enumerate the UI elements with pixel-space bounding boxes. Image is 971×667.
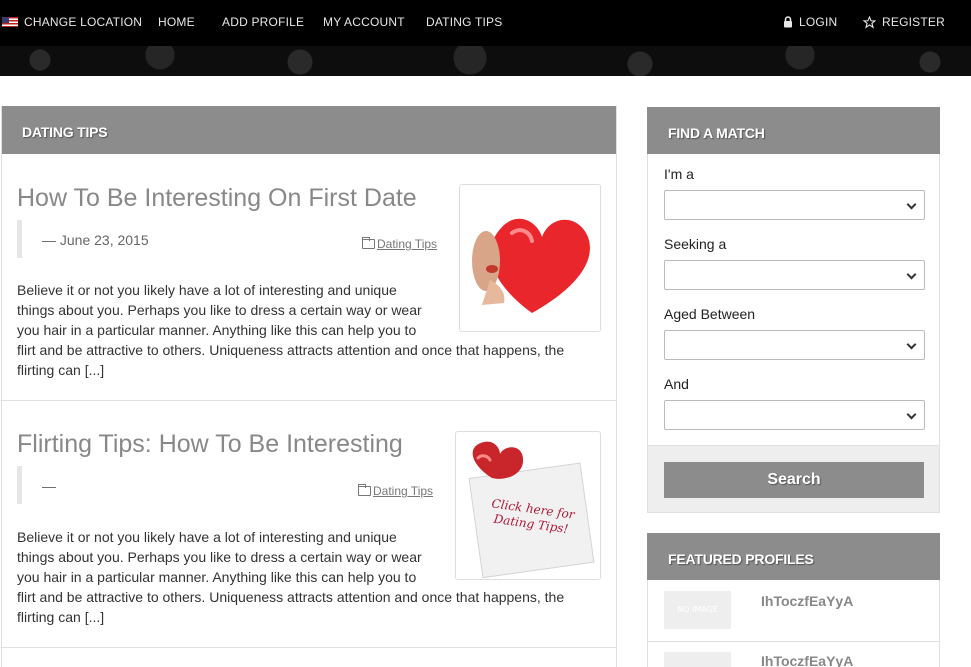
profile-item[interactable]: NO IMAGE IhToczfEaYyA: [647, 642, 940, 667]
change-location-link[interactable]: CHANGE LOCATION: [2, 15, 142, 29]
nav-login-label: LOGIN: [799, 15, 838, 29]
im-a-select[interactable]: [664, 190, 925, 220]
post-title[interactable]: Flirting Tips: How To Be Interesting: [17, 430, 403, 459]
nav-add-profile[interactable]: ADD PROFILE: [222, 15, 304, 29]
profile-no-image: NO IMAGE: [664, 591, 731, 629]
excerpt-line: you hair in a particular manner. Anythin…: [17, 322, 417, 338]
profile-item[interactable]: NO IMAGE IhToczfEaYyA: [647, 580, 940, 642]
post-title[interactable]: How To Be Interesting On First Date: [17, 184, 417, 213]
nav-dating-tips[interactable]: DATING TIPS: [426, 15, 502, 29]
star-icon: [863, 15, 876, 29]
post-item: How To Be Interesting On First Date — Ju…: [2, 154, 616, 401]
folder-icon: [362, 237, 375, 249]
nav-register[interactable]: REGISTER: [863, 15, 945, 29]
nav-dating-tips-label: DATING TIPS: [426, 15, 503, 29]
dating-tips-panel: DATING TIPS How To Be Interesting On Fir…: [1, 106, 617, 667]
lock-icon: [784, 16, 792, 28]
age-max-select[interactable]: [664, 400, 925, 430]
excerpt-line: flirting can [...]: [17, 362, 105, 378]
profile-no-image: NO IMAGE: [664, 652, 731, 667]
profile-name[interactable]: IhToczfEaYyA: [761, 593, 853, 609]
and-label: And: [664, 376, 689, 392]
post-excerpt: Believe it or not you likely have a lot …: [17, 527, 564, 627]
search-footer: Search: [647, 445, 940, 513]
featured-profiles-heading: FEATURED PROFILES: [647, 533, 940, 580]
post-date: —: [42, 478, 56, 494]
post-date: — June 23, 2015: [42, 232, 149, 248]
folder-icon: [358, 484, 371, 496]
age-min-select[interactable]: [664, 330, 925, 360]
seeking-label: Seeking a: [664, 236, 727, 252]
excerpt-line: flirt and be attractive to others. Uniqu…: [17, 589, 565, 605]
nav-home[interactable]: HOME: [158, 15, 195, 29]
excerpt-line: you hair in a particular manner. Anythin…: [17, 569, 417, 585]
nav-login[interactable]: LOGIN: [783, 15, 837, 29]
seeking-select[interactable]: [664, 260, 925, 290]
top-navbar: CHANGE LOCATION HOME ADD PROFILE MY ACCO…: [0, 0, 971, 76]
find-match-form: I'm a Seeking a Aged Between And: [647, 154, 940, 445]
im-a-label: I'm a: [664, 166, 694, 182]
meta-bar: [17, 466, 22, 504]
find-match-heading: FIND A MATCH: [647, 107, 940, 154]
post-category-link[interactable]: Dating Tips: [358, 484, 433, 498]
dating-tips-heading: DATING TIPS: [2, 106, 616, 154]
us-flag-icon: [2, 17, 18, 27]
nav-my-account[interactable]: MY ACCOUNT: [323, 15, 405, 29]
change-location-label: CHANGE LOCATION: [24, 15, 143, 29]
excerpt-line: flirt and be attractive to others. Uniqu…: [17, 342, 565, 358]
excerpt-line: Believe it or not you likely have a lot …: [17, 282, 397, 298]
excerpt-line: things about you. Perhaps you like to dr…: [17, 302, 422, 318]
aged-between-label: Aged Between: [664, 306, 756, 322]
post-excerpt: Believe it or not you likely have a lot …: [17, 280, 564, 380]
post-category-label: Dating Tips: [373, 484, 434, 498]
post-category-label: Dating Tips: [377, 237, 438, 251]
nav-register-label: REGISTER: [882, 15, 945, 29]
excerpt-line: flirting can [...]: [17, 609, 105, 625]
excerpt-line: Believe it or not you likely have a lot …: [17, 529, 397, 545]
find-match-widget: FIND A MATCH I'm a Seeking a Aged Betwee…: [647, 107, 940, 513]
search-button[interactable]: Search: [664, 462, 924, 498]
excerpt-line: things about you. Perhaps you like to dr…: [17, 549, 422, 565]
meta-bar: [17, 220, 22, 258]
featured-profiles-widget: FEATURED PROFILES NO IMAGE IhToczfEaYyA …: [647, 533, 940, 667]
post-item: Flirting Tips: How To Be Interesting — D…: [2, 401, 616, 648]
nav-home-label: HOME: [158, 15, 195, 29]
nav-add-profile-label: ADD PROFILE: [222, 15, 305, 29]
profile-name[interactable]: IhToczfEaYyA: [761, 653, 853, 667]
post-category-link[interactable]: Dating Tips: [362, 237, 437, 251]
nav-my-account-label: MY ACCOUNT: [323, 15, 405, 29]
